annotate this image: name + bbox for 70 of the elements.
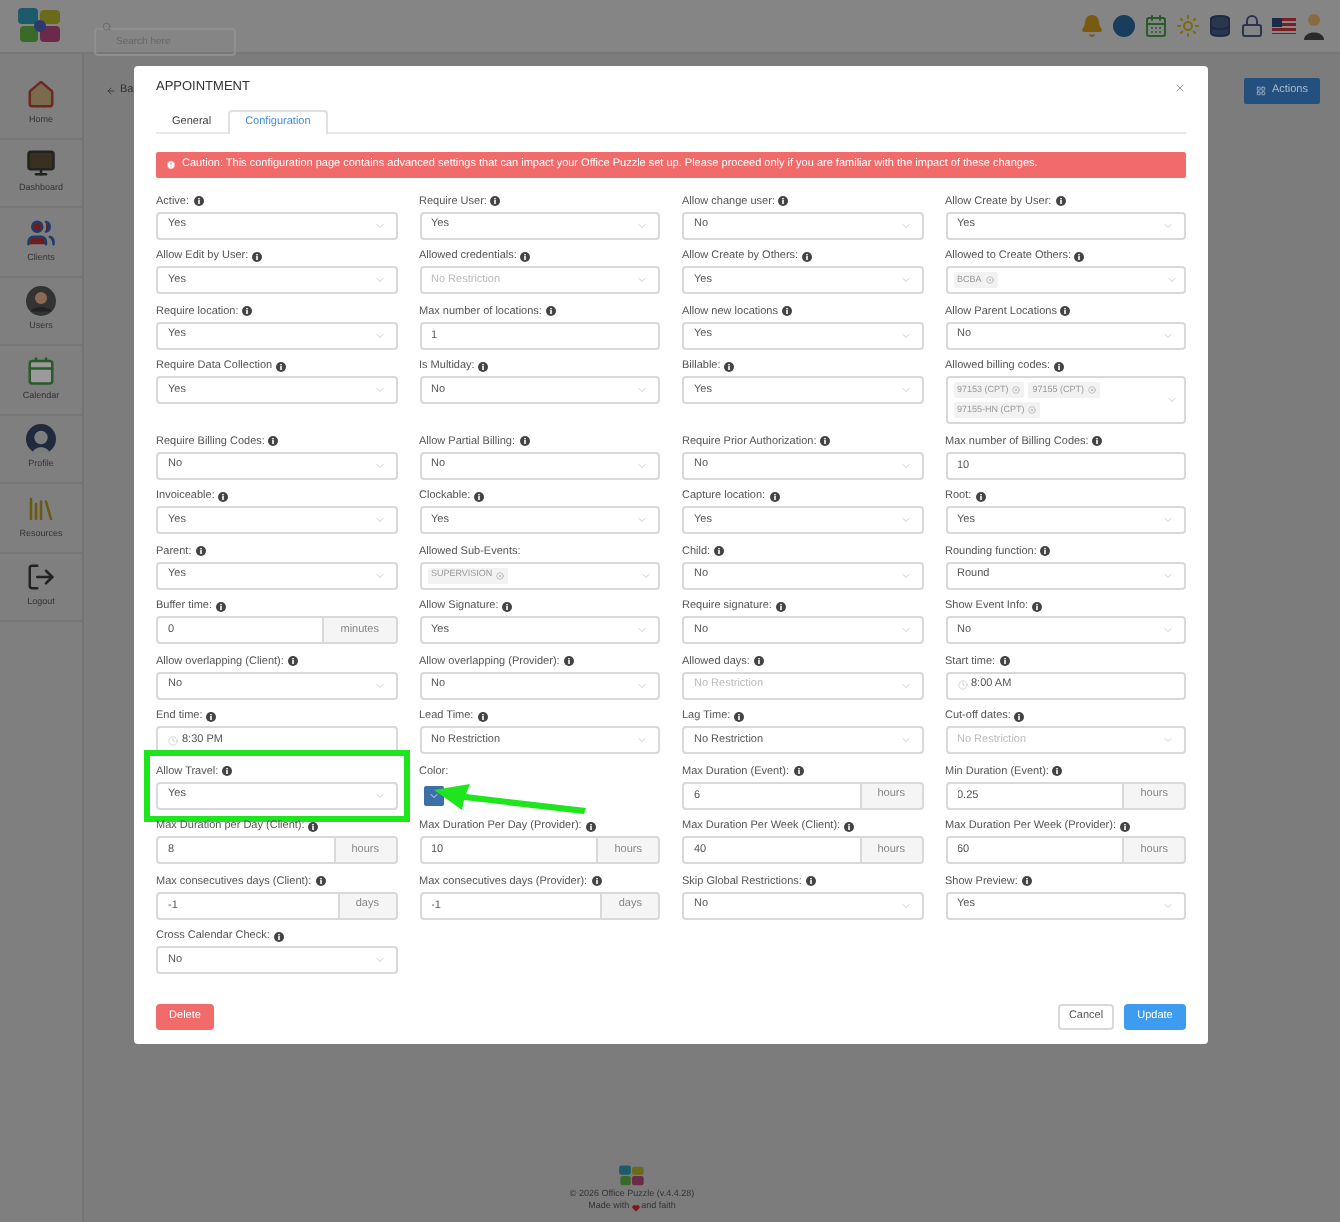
chevron-icon [636, 274, 648, 286]
chevron-icon [1162, 899, 1174, 911]
chevron-icon [373, 789, 385, 801]
chevron-icon [1166, 274, 1178, 286]
house-icon [26, 79, 56, 110]
chevron-icon [899, 569, 911, 581]
grid-icon [1255, 86, 1266, 96]
chevron-icon [636, 679, 648, 691]
clock-icon [957, 680, 967, 690]
chevron-icon [1162, 734, 1174, 746]
flag-icon[interactable] [1272, 18, 1296, 34]
alert-icon [166, 160, 176, 170]
monitor-icon [26, 148, 56, 179]
chevron-icon [1162, 514, 1174, 526]
remove-icon [1012, 386, 1021, 394]
remove-icon [985, 276, 994, 284]
chevron-icon [899, 274, 911, 286]
chevron-icon [899, 219, 911, 231]
chevron-icon [899, 624, 911, 636]
chevron-icon [899, 514, 911, 526]
calendar-icon[interactable] [1144, 14, 1168, 38]
close-icon[interactable] [1174, 82, 1186, 94]
bell-icon[interactable] [1080, 14, 1104, 38]
chevron-icon [373, 569, 385, 581]
color-picker[interactable] [423, 785, 443, 805]
chevron-icon [1162, 624, 1174, 636]
remove-icon [496, 571, 505, 579]
chevron-icon [373, 679, 385, 691]
chevron-icon [373, 514, 385, 526]
person-icon [26, 286, 56, 317]
people-icon [26, 217, 56, 248]
chevron-icon [636, 624, 648, 636]
chevron-icon [636, 514, 648, 526]
chevron-icon [899, 734, 911, 746]
heart-icon [631, 1203, 640, 1212]
door-exit-icon [26, 562, 56, 593]
remove-icon [1088, 386, 1097, 394]
person-icon [26, 424, 56, 455]
search-icon [102, 21, 112, 31]
calendar-icon [26, 355, 56, 386]
chevron-icon [427, 789, 439, 801]
binders-icon [26, 493, 56, 524]
chevron-icon [373, 274, 385, 286]
chevron-icon [899, 459, 911, 471]
lock-icon[interactable] [1240, 14, 1264, 38]
chevron-icon [636, 459, 648, 471]
chevron-icon [636, 384, 648, 396]
avatar-icon[interactable] [1304, 12, 1324, 40]
remove-icon [1028, 406, 1037, 414]
chevron-icon [899, 329, 911, 341]
chevron-icon [636, 219, 648, 231]
database-icon[interactable] [1208, 14, 1232, 38]
chevron-icon [373, 329, 385, 341]
chevron-icon [373, 384, 385, 396]
logo-icon [16, 6, 64, 46]
back-arrow-icon [106, 85, 116, 96]
chevron-icon [373, 954, 385, 966]
chevron-icon [1166, 394, 1178, 406]
logo-icon [618, 1163, 646, 1187]
chevron-icon [640, 569, 652, 581]
chevron-icon [373, 219, 385, 231]
chevron-icon [1162, 569, 1174, 581]
chevron-icon [899, 679, 911, 691]
chevron-icon [1162, 219, 1174, 231]
chevron-icon [373, 459, 385, 471]
clock-icon [168, 735, 178, 745]
chevron-icon [636, 734, 648, 746]
chevron-icon [1162, 329, 1174, 341]
chevron-icon [899, 384, 911, 396]
chevron-icon [899, 899, 911, 911]
